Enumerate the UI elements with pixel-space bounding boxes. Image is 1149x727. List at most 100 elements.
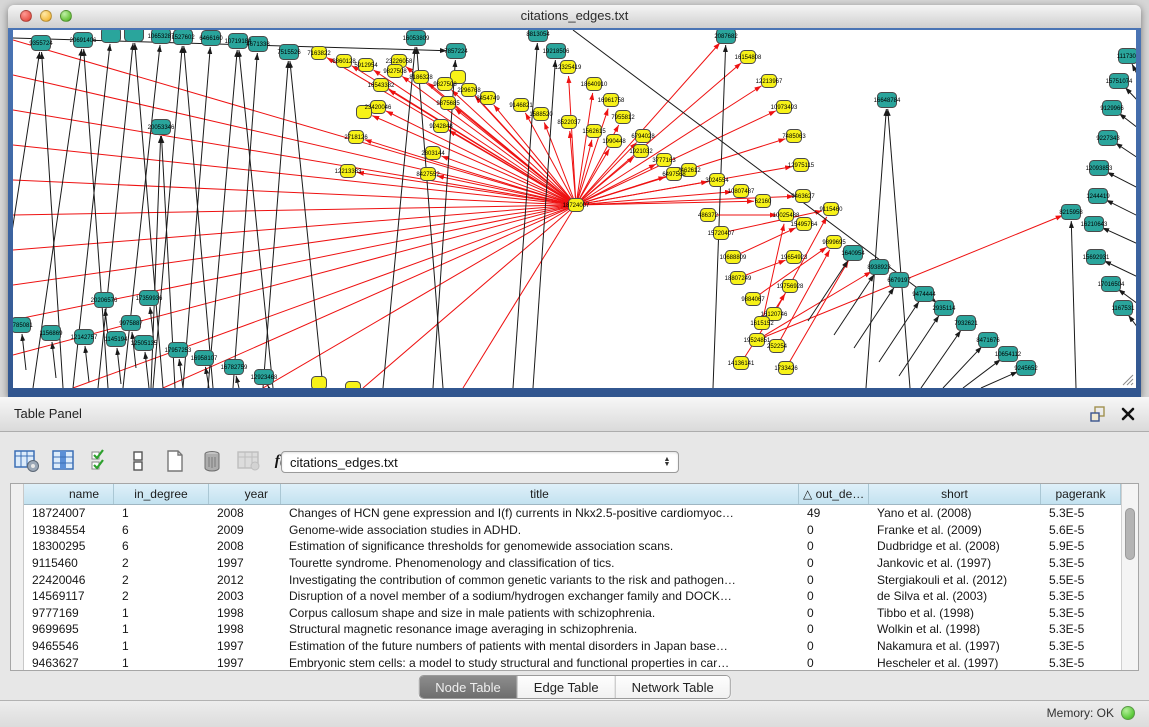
table-cell: 0: [799, 639, 869, 653]
svg-text:7163822: 7163822: [307, 51, 331, 57]
svg-text:2935114: 2935114: [933, 306, 957, 312]
table-cell: Franke et al. (2009): [869, 523, 1041, 537]
new-column-button[interactable]: [162, 448, 188, 474]
select-rows-button[interactable]: [88, 448, 114, 474]
table-row[interactable]: 1456911722003Disruption of a novel membe…: [24, 588, 1121, 605]
svg-text:20053346: 20053346: [148, 125, 175, 131]
table-select-combobox[interactable]: citations_edges.txt ▲▼: [281, 451, 679, 473]
table-cell: 6: [114, 523, 209, 537]
svg-text:7462612: 7462612: [677, 168, 701, 174]
import-table-button[interactable]: [236, 448, 262, 474]
memory-indicator[interactable]: Memory: OK: [1047, 706, 1135, 720]
svg-text:1615152: 1615152: [750, 321, 774, 327]
table-cell: 2: [114, 573, 209, 587]
svg-text:20691406: 20691406: [70, 38, 97, 44]
tab-network-table[interactable]: Network Table: [616, 676, 730, 698]
resize-grip[interactable]: [1120, 372, 1134, 386]
svg-text:1990448: 1990448: [602, 139, 626, 145]
table-row[interactable]: 1830029562008Estimation of significance …: [24, 538, 1121, 555]
column-header[interactable]: in_degree: [114, 484, 209, 504]
svg-text:4671338: 4671338: [246, 42, 270, 48]
svg-text:1527602: 1527602: [171, 35, 195, 41]
svg-text:7515526: 7515526: [277, 50, 301, 56]
table-row[interactable]: 969969511998Structural magnetic resonanc…: [24, 621, 1121, 638]
column-header[interactable]: pagerank: [1041, 484, 1121, 504]
column-header[interactable]: short: [869, 484, 1041, 504]
svg-text:9474444: 9474444: [912, 292, 936, 298]
svg-text:16120746: 16120746: [761, 312, 788, 318]
table-row[interactable]: 946554611997Estimation of the future num…: [24, 638, 1121, 655]
tab-edge-table[interactable]: Edge Table: [518, 676, 616, 698]
table-row[interactable]: 977716911998Corpus callosum shape and si…: [24, 605, 1121, 622]
table-cell: Tourette syndrome. Phenomenology and cla…: [281, 556, 799, 570]
table-tabs: Node Table Edge Table Network Table: [418, 675, 731, 699]
svg-text:17359936: 17359936: [136, 296, 163, 302]
svg-text:12213383: 12213383: [335, 169, 362, 175]
table-cell: 2012: [209, 573, 281, 587]
table-options-button[interactable]: [14, 448, 40, 474]
network-frame: 1872400793557242069140610653287152760264…: [8, 28, 1141, 397]
svg-text:6679197: 6679197: [887, 278, 911, 284]
node-table: namein_degreeyeartitle△ out_de…shortpage…: [10, 483, 1139, 671]
column-header[interactable]: △ out_de…: [799, 484, 869, 504]
svg-text:252254: 252254: [767, 344, 788, 350]
table-cell: 49: [799, 506, 869, 520]
table-cell: Genome-wide association studies in ADHD.: [281, 523, 799, 537]
table-cell: 22420046: [24, 573, 114, 587]
svg-text:10025488: 10025488: [773, 213, 800, 219]
table-row[interactable]: 2242004622012Investigating the contribut…: [24, 571, 1121, 588]
table-row[interactable]: 911546021997Tourette syndrome. Phenomeno…: [24, 555, 1121, 572]
svg-text:2718126: 2718126: [344, 135, 368, 141]
network-window-titlebar[interactable]: citations_edges.txt: [8, 5, 1141, 29]
svg-text:1588520: 1588520: [529, 112, 553, 118]
table-cell: 18724007: [24, 506, 114, 520]
svg-text:3024554: 3024554: [705, 178, 729, 184]
svg-text:18640910: 18640910: [581, 82, 608, 88]
svg-text:12325419: 12325419: [555, 65, 582, 71]
svg-text:2803144: 2803144: [421, 151, 445, 157]
table-cell: 9465546: [24, 639, 114, 653]
column-header[interactable]: year: [209, 484, 281, 504]
tab-node-table[interactable]: Node Table: [419, 676, 518, 698]
table-row[interactable]: 946362711997Embryonic stem cells: a mode…: [24, 654, 1121, 670]
table-scrollbar-thumb[interactable]: [1125, 508, 1135, 560]
table-panel-header: Table Panel: [0, 397, 1149, 432]
svg-text:10807487: 10807487: [728, 189, 755, 195]
close-panel-icon[interactable]: [1121, 407, 1135, 421]
delete-column-button[interactable]: [199, 448, 225, 474]
table-toolbar: f(x): [14, 448, 299, 474]
table-cell: 1: [114, 656, 209, 670]
row-height-button[interactable]: [125, 448, 151, 474]
svg-text:1145194: 1145194: [105, 337, 129, 343]
table-scrollbar[interactable]: [1121, 484, 1138, 670]
svg-text:9884067: 9884067: [741, 297, 765, 303]
citation-network-graph[interactable]: 1872400793557242069140610653287152760264…: [13, 30, 1136, 388]
table-cell: 1998: [209, 606, 281, 620]
show-columns-button[interactable]: [51, 448, 77, 474]
svg-text:16958107: 16958107: [191, 356, 218, 362]
table-row[interactable]: 1872400712008Changes of HCN gene express…: [24, 505, 1121, 522]
table-cell: 0: [799, 622, 869, 636]
table-cell: 9777169: [24, 606, 114, 620]
table-cell: 2008: [209, 539, 281, 553]
svg-text:15720407: 15720407: [708, 231, 735, 237]
table-row[interactable]: 1938455462009Genome-wide association stu…: [24, 522, 1121, 539]
table-cell: 0: [799, 573, 869, 587]
svg-text:16154808: 16154808: [735, 55, 762, 61]
svg-text:8186328: 8186328: [409, 75, 433, 81]
float-panel-icon[interactable]: [1089, 405, 1107, 423]
svg-text:18807249: 18807249: [725, 276, 752, 282]
table-cell: Disruption of a novel member of a sodium…: [281, 589, 799, 603]
svg-text:9129966: 9129966: [1100, 106, 1124, 112]
network-canvas[interactable]: 1872400793557242069140610653287152760264…: [13, 30, 1136, 388]
column-header[interactable]: title: [281, 484, 799, 504]
column-header[interactable]: name: [24, 484, 114, 504]
table-cell: 2008: [209, 506, 281, 520]
svg-text:6794028: 6794028: [631, 134, 655, 140]
svg-text:1921032: 1921032: [629, 149, 653, 155]
svg-text:1117304: 1117304: [1117, 54, 1136, 60]
table-cell: Investigating the contribution of common…: [281, 573, 799, 587]
svg-text:10973493: 10973493: [771, 105, 798, 111]
svg-text:12923468: 12923468: [251, 375, 278, 381]
svg-text:8522037: 8522037: [557, 120, 581, 126]
